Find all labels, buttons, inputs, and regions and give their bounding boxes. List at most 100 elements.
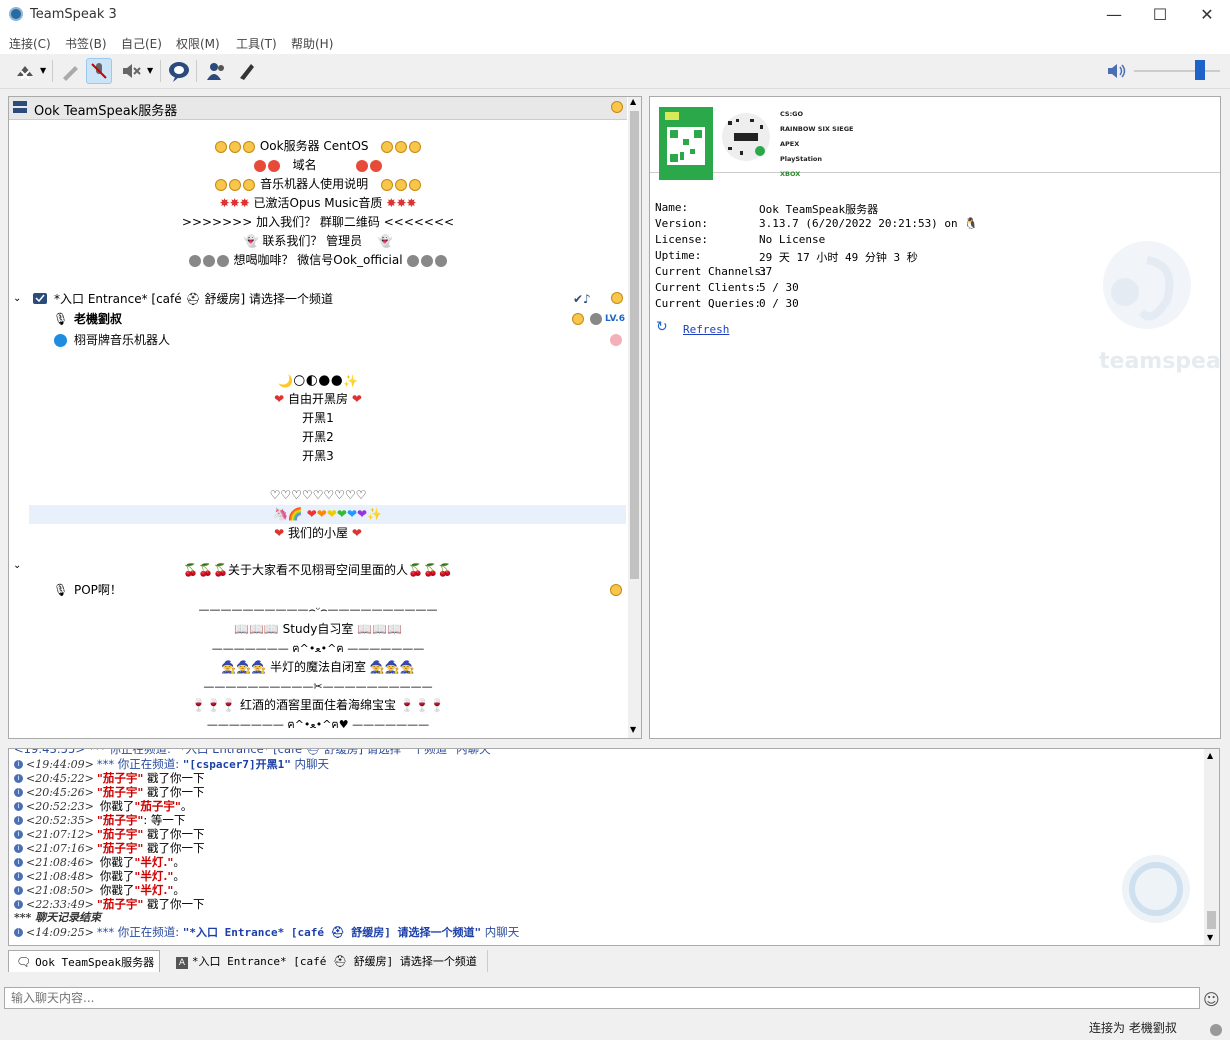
refresh-link[interactable]: Refresh: [683, 323, 729, 336]
log-scrollbar-thumb[interactable]: [1207, 911, 1216, 929]
info-row: Uptime: 29 天 17 小时 49 分钟 3 秒: [650, 249, 1220, 265]
server-group-icon: [572, 313, 584, 325]
channel-name: 音乐机器人使用说明: [260, 177, 369, 191]
disconnect-button[interactable]: [12, 58, 38, 84]
chevron-down-icon[interactable]: ▼: [147, 66, 153, 75]
spacer-channel[interactable]: 域名: [9, 156, 627, 175]
menu-tools[interactable]: 工具(T): [236, 35, 277, 52]
log-line: i <20:52:23> 你戳了"茄子宇"。: [14, 799, 192, 813]
log-text: 。: [173, 869, 185, 883]
spacer-channel[interactable]: 🌙🌕🌓🌑🌑✨: [9, 372, 627, 391]
edit-button[interactable]: [234, 58, 260, 84]
emoji-button[interactable]: ☺: [1203, 990, 1220, 1009]
log-timestamp: <21:07:16>: [26, 842, 94, 855]
r6-logo: RAINBOW SIX SIEGE: [780, 125, 854, 133]
info-icon: i: [14, 858, 23, 867]
info-icon: i: [14, 802, 23, 811]
menu-permissions[interactable]: 权限(M): [176, 35, 220, 52]
channel-study-room[interactable]: 📖📖📖 Study自习室 📖📖📖: [9, 620, 627, 639]
moon-phases-icon: 🌙🌕🌓🌑🌑✨: [278, 374, 358, 388]
refresh-icon[interactable]: ↻: [656, 319, 668, 335]
spacer-channel[interactable]: >>>>>>> 加入我们？ 群聊二维码 <<<<<<<: [9, 213, 627, 232]
scroll-down-icon[interactable]: ▼: [1207, 933, 1213, 942]
coffee-icon: [188, 254, 201, 267]
title-bar: TeamSpeak 3 — ☐ ✕: [0, 0, 1230, 32]
spacer-channel[interactable]: ✸✸✸ 已激活Opus Music音质 ✸✸✸: [9, 194, 627, 213]
xbox-logo: XBOX: [780, 170, 801, 178]
chevron-down-icon[interactable]: ▼: [40, 66, 46, 75]
minimize-button[interactable]: —: [1091, 0, 1137, 32]
scroll-up-icon[interactable]: ▲: [1207, 751, 1213, 760]
face-icon: [394, 178, 407, 191]
chat-button[interactable]: [166, 58, 192, 84]
info-value: 3.13.7 (6/20/2022 20:21:53) on 🐧: [759, 217, 978, 230]
close-button[interactable]: ✕: [1184, 0, 1230, 32]
client-item[interactable]: 🎙 老機劉叔 LV.6: [53, 309, 625, 329]
log-nickname: "茄子宇": [96, 827, 144, 841]
teamspeak-logo-icon: [1120, 853, 1192, 925]
coffee-icon: [435, 254, 448, 267]
spacer-channel[interactable]: 🦄🌈 ❤❤❤❤❤❤✨: [29, 505, 626, 524]
spacer-channel[interactable]: 想喝咖啡？ 微信号Ook_official: [9, 251, 627, 270]
menu-connections[interactable]: 连接(C): [9, 35, 51, 52]
mute-microphone-button[interactable]: [86, 58, 112, 84]
spacer-channel[interactable]: ♡♡♡♡♡♡♡♡♡: [9, 486, 627, 505]
log-nickname: "茄子宇": [96, 841, 144, 855]
spacer-channel[interactable]: 音乐机器人使用说明: [9, 175, 627, 194]
channel-room-3[interactable]: 开黑3: [9, 447, 627, 466]
spacer-channel[interactable]: ——————— ฅ^•ﻌ•^ฅ ———————: [9, 639, 627, 658]
info-row: Version: 3.13.7 (6/20/2022 20:21:53) on 🐧: [650, 217, 1220, 233]
playstation-logo: PlayStation: [780, 155, 823, 163]
spacer-channel[interactable]: Ook服务器 CentOS: [9, 137, 627, 156]
channel-name: >>>>>>> 加入我们？ 群聊二维码 <<<<<<<: [181, 215, 455, 229]
coffee-icon: [421, 254, 434, 267]
tab-label: *入口 Entrance* [café ⛑ 舒缓房] 请选择一个频道: [191, 955, 477, 968]
info-label: Current Clients:: [655, 281, 761, 294]
channel-our-house[interactable]: ❤ 我们的小屋 ❤: [9, 524, 627, 543]
menu-bookmarks[interactable]: 书签(B): [65, 35, 107, 52]
log-timestamp: <14:09:25>: [26, 926, 94, 939]
tab-channel[interactable]: A *入口 Entrance* [café ⛑ 舒缓房] 请选择一个频道: [166, 950, 488, 972]
client-item[interactable]: 栩哥牌音乐机器人: [53, 330, 625, 350]
face-icon: [408, 178, 421, 191]
spacer-channel[interactable]: ——————————✂——————————: [9, 677, 627, 696]
channel-room-2[interactable]: 开黑2: [9, 428, 627, 447]
scroll-up-icon[interactable]: ▲: [630, 97, 636, 106]
server-header[interactable]: Ook TeamSpeak服务器: [9, 97, 627, 120]
channel-room-1[interactable]: 开黑1: [9, 409, 627, 428]
log-nickname: "半灯.": [134, 855, 174, 869]
log-scrollbar[interactable]: ▲ ▼: [1204, 749, 1219, 945]
channel-magic-room[interactable]: 🧙🧙🧙 半灯的魔法自闭室 🧙🧙🧙: [9, 658, 627, 677]
volume-slider-thumb[interactable]: [1194, 60, 1205, 80]
channel-invisible[interactable]: 🍒🍒🍒关于大家看不见栩哥空间里面的人🍒🍒🍒: [9, 561, 627, 580]
maximize-button[interactable]: ☐: [1137, 0, 1183, 32]
away-button[interactable]: [57, 58, 83, 84]
client-item[interactable]: 🎙 POP啊！: [53, 580, 625, 600]
log-line: i <20:45:26> "茄子宇" 戳了你一下: [14, 785, 204, 799]
spacer-channel[interactable]: ——————— ฅ^•ﻌ•^ฅ♥ ———————: [9, 715, 627, 734]
tab-server[interactable]: 🗨 Ook TeamSpeak服务器: [8, 950, 160, 972]
volume-slider[interactable]: [1134, 70, 1220, 72]
channel-free-room[interactable]: ❤ 自由开黑房 ❤: [9, 390, 627, 409]
toolbar: ▼ ▼: [0, 54, 1230, 89]
contacts-button[interactable]: [203, 58, 229, 84]
menu-self[interactable]: 自己(E): [121, 35, 162, 52]
users-icon: [207, 63, 224, 80]
tree-scrollbar-thumb[interactable]: [630, 111, 639, 579]
tree-scrollbar[interactable]: ▲ ▼: [628, 97, 641, 738]
log-nickname: "半灯.": [134, 869, 174, 883]
face-icon: [394, 140, 407, 153]
connection-status: 连接为 老機劉叔: [1089, 1021, 1177, 1035]
info-icon: i: [14, 816, 23, 825]
chevron-down-icon[interactable]: ⌄: [13, 289, 21, 309]
mute-speakers-button[interactable]: [118, 58, 144, 84]
spacer-channel[interactable]: 👻 联系我们？ 管理员 👻: [9, 232, 627, 251]
channel-wine-room[interactable]: 🍷🍷🍷 红酒的酒窖里面住着海绵宝宝 🍷🍷🍷: [9, 696, 627, 715]
chat-input[interactable]: [4, 987, 1200, 1009]
channel-lobby[interactable]: ⌄ *入口 Entrance* [café ⛑ 舒缓房] 请选择一个频道 ✔♪: [13, 289, 625, 309]
spacer-channel[interactable]: ——————————⌢ᵕ⌢——————————: [9, 600, 627, 619]
scroll-down-icon[interactable]: ▼: [630, 725, 636, 734]
client-name: 老機劉叔: [74, 312, 123, 326]
menu-bar: 连接(C) 书签(B) 自己(E) 权限(M) 工具(T) 帮助(H): [0, 32, 1230, 54]
menu-help[interactable]: 帮助(H): [291, 35, 333, 52]
